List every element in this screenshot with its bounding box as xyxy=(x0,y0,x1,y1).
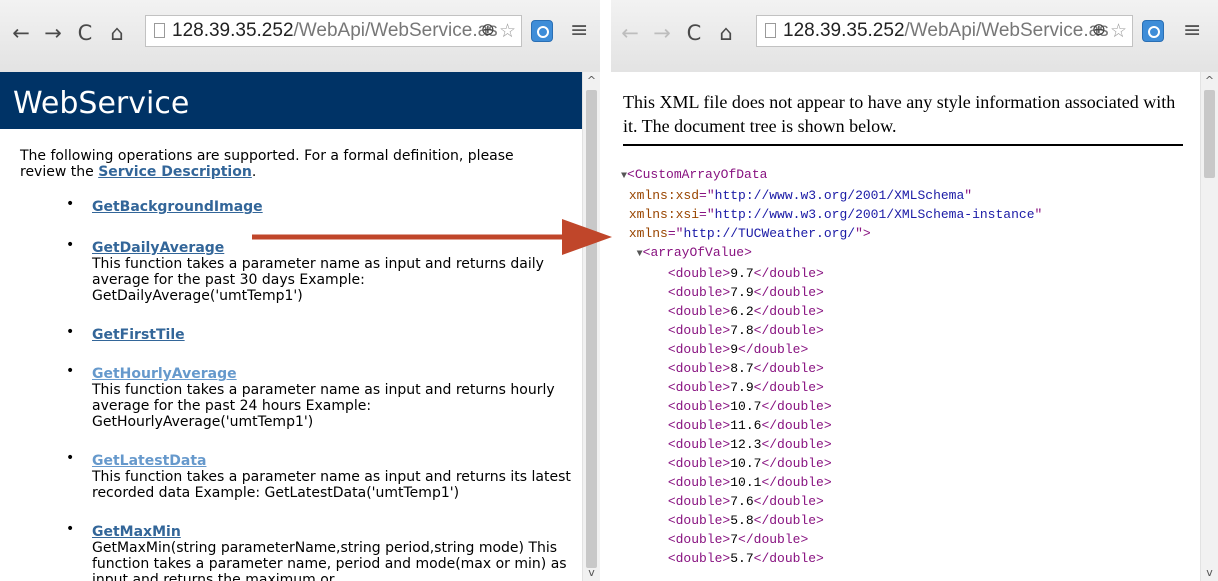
address-bar[interactable]: 128.39.35.252/WebApi/WebService.as ⊕ ☆ xyxy=(145,15,522,47)
xml-style-notice: This XML file does not appear to have an… xyxy=(623,90,1183,146)
xml-value-row: <double>5.7</double> xyxy=(667,551,824,566)
home-icon[interactable]: ⌂ xyxy=(104,20,130,46)
xml-value-row: <double>7.9</double> xyxy=(667,380,824,395)
xml-values: <double>9.7</double> <double>7.9</double… xyxy=(621,264,1196,568)
page-header: WebService xyxy=(0,72,583,129)
vertical-scrollbar[interactable]: ^ v xyxy=(1200,72,1218,581)
star-icon[interactable]: ☆ xyxy=(499,20,516,43)
scroll-down-icon[interactable]: v xyxy=(583,566,600,579)
bullet: • xyxy=(66,450,75,466)
xml-viewer-page: This XML file does not appear to have an… xyxy=(611,72,1201,581)
extension-icon[interactable] xyxy=(1142,20,1164,42)
zoom-icon[interactable]: ⊕ xyxy=(481,20,495,40)
bullet: • xyxy=(66,521,75,537)
star-icon[interactable]: ☆ xyxy=(1110,20,1127,43)
scroll-up-icon[interactable]: ^ xyxy=(583,74,600,87)
bullet: • xyxy=(66,324,75,340)
xml-value-row: <double>7.9</double> xyxy=(667,285,824,300)
list-item: • GetBackgroundImage xyxy=(66,196,572,215)
xml-value-row: <double>7</double> xyxy=(667,532,809,547)
scrollbar-thumb[interactable] xyxy=(1204,90,1215,178)
menu-icon[interactable]: ≡ xyxy=(1183,18,1201,43)
xml-value-row: <double>10.7</double> xyxy=(667,399,832,414)
xml-attribute: xmlns="http://TUCWeather.org/"> xyxy=(628,226,871,241)
bullet: • xyxy=(66,363,75,379)
extension-icon[interactable] xyxy=(531,20,553,42)
operation-description: This function takes a parameter name as … xyxy=(92,469,571,501)
home-icon[interactable]: ⌂ xyxy=(713,20,739,46)
back-arrow-icon[interactable]: ← xyxy=(8,20,34,46)
xml-value-row: <double>7.8</double> xyxy=(667,323,824,338)
operation-link-getdailyaverage[interactable]: GetDailyAverage xyxy=(92,240,224,256)
vertical-scrollbar[interactable]: ^ v xyxy=(582,72,600,581)
url-text: 128.39.35.252/WebApi/WebService.as xyxy=(172,20,498,41)
operation-description: GetMaxMin(string parameterName,string pe… xyxy=(92,540,567,581)
back-arrow-icon[interactable]: ← xyxy=(617,20,643,46)
reload-icon[interactable]: C xyxy=(681,20,707,46)
zoom-icon[interactable]: ⊕ xyxy=(1092,20,1106,40)
address-bar[interactable]: 128.39.35.252/WebApi/WebService.as ⊕ ☆ xyxy=(756,15,1133,47)
list-item: • GetDailyAverage This function takes a … xyxy=(66,237,572,304)
xml-value-row: <double>7.6</double> xyxy=(667,494,824,509)
left-browser-window: ← → C ⌂ 128.39.35.252/WebApi/WebService.… xyxy=(0,0,600,581)
service-description-link[interactable]: Service Description xyxy=(98,164,252,180)
xml-document-tree: ▼<CustomArrayOfData xmlns:xsd="http://ww… xyxy=(621,165,1196,568)
scrollbar-thumb[interactable] xyxy=(586,90,597,568)
xml-value-row: <double>12.3</double> xyxy=(667,437,832,452)
xml-value-row: <double>6.2</double> xyxy=(667,304,824,319)
bullet: • xyxy=(66,196,75,212)
webservice-page: WebService The following operations are … xyxy=(0,72,583,581)
url-text: 128.39.35.252/WebApi/WebService.as xyxy=(783,20,1109,41)
operation-link-getlatestdata[interactable]: GetLatestData xyxy=(92,453,206,469)
intro-text: The following operations are supported. … xyxy=(20,148,514,180)
page-icon xyxy=(765,23,776,38)
list-item: • GetFirstTile xyxy=(66,324,572,343)
right-browser-window: ← → C ⌂ 128.39.35.252/WebApi/WebService.… xyxy=(611,0,1218,581)
operation-link-getmaxmin[interactable]: GetMaxMin xyxy=(92,524,181,540)
list-item: • GetMaxMin GetMaxMin(string parameterNa… xyxy=(66,521,572,581)
xml-value-row: <double>10.1</double> xyxy=(667,475,832,490)
reload-icon[interactable]: C xyxy=(72,20,98,46)
forward-arrow-icon[interactable]: → xyxy=(649,20,675,46)
xml-array-open[interactable]: ▼<arrayOfValue> xyxy=(621,243,1196,264)
operation-description: This function takes a parameter name as … xyxy=(92,256,544,304)
scroll-up-icon[interactable]: ^ xyxy=(1201,74,1218,87)
menu-icon[interactable]: ≡ xyxy=(570,18,588,43)
operation-link-gethourlyaverage[interactable]: GetHourlyAverage xyxy=(92,366,237,382)
operation-description: This function takes a parameter name as … xyxy=(92,382,555,430)
xml-root-open[interactable]: ▼<CustomArrayOfData xyxy=(621,165,1196,186)
forward-arrow-icon[interactable]: → xyxy=(40,20,66,46)
xml-value-row: <double>9</double> xyxy=(667,342,809,357)
list-item: • GetLatestData This function takes a pa… xyxy=(66,450,572,501)
page-icon xyxy=(154,23,165,38)
scroll-down-icon[interactable]: v xyxy=(1201,566,1218,579)
operation-link-getbackgroundimage[interactable]: GetBackgroundImage xyxy=(92,199,263,215)
xml-value-row: <double>5.8</double> xyxy=(667,513,824,528)
xml-value-row: <double>9.7</double> xyxy=(667,266,824,281)
browser-toolbar: ← → C ⌂ 128.39.35.252/WebApi/WebService.… xyxy=(0,0,600,72)
xml-attribute: xmlns:xsi="http://www.w3.org/2001/XMLSch… xyxy=(628,207,1043,222)
xml-value-row: <double>11.6</double> xyxy=(667,418,832,433)
list-item: • GetHourlyAverage This function takes a… xyxy=(66,363,572,430)
operations-list: • GetBackgroundImage • GetDailyAverage T… xyxy=(66,196,572,581)
xml-value-row: <double>8.7</double> xyxy=(667,361,824,376)
browser-toolbar: ← → C ⌂ 128.39.35.252/WebApi/WebService.… xyxy=(611,0,1218,72)
bullet: • xyxy=(66,237,75,253)
page-title: WebService xyxy=(13,86,190,121)
operation-link-getfirsttile[interactable]: GetFirstTile xyxy=(92,327,185,343)
xml-value-row: <double>10.7</double> xyxy=(667,456,832,471)
xml-attribute: xmlns:xsd="http://www.w3.org/2001/XMLSch… xyxy=(628,188,973,203)
